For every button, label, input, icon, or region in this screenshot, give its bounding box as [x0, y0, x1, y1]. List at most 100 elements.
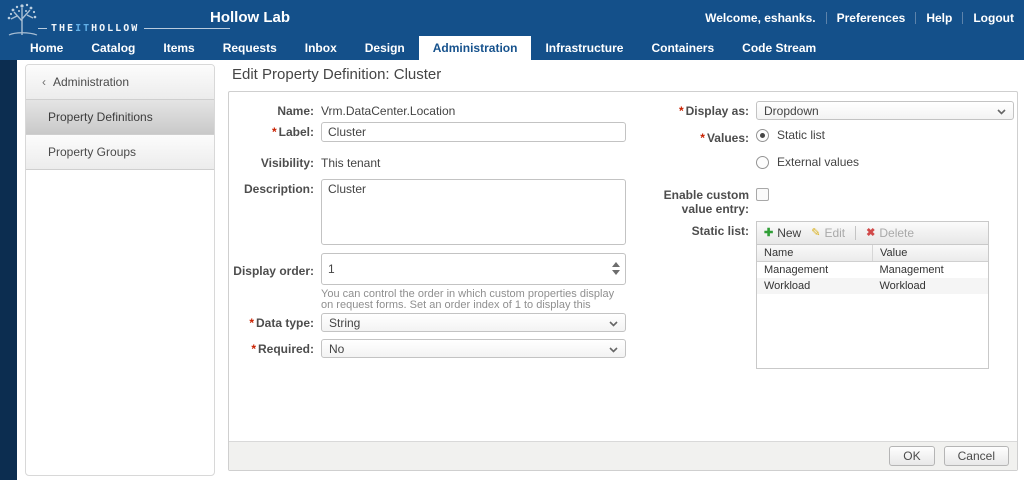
data-type-label: *Data type:	[229, 313, 321, 332]
new-button-label: New	[777, 226, 801, 240]
label-label: *Label:	[229, 122, 321, 142]
spacer	[229, 285, 321, 311]
static-list-delete-button[interactable]: ✖ Delete	[866, 226, 914, 240]
form-left-column: Name: Vrm.DataCenter.Location *Label: Vi…	[229, 92, 641, 358]
required-label: *Required:	[229, 339, 321, 358]
divider	[826, 12, 827, 24]
edit-property-panel: Name: Vrm.DataCenter.Location *Label: Vi…	[228, 91, 1018, 471]
tab-items[interactable]: Items	[149, 36, 208, 60]
logout-link[interactable]: Logout	[973, 11, 1014, 25]
enable-custom-value-entry-label: Enable custom value entry:	[649, 185, 756, 216]
tab-catalog[interactable]: Catalog	[77, 36, 149, 60]
chevron-down-icon	[609, 316, 618, 330]
static-list-new-button[interactable]: ✚ New	[764, 226, 801, 240]
chevron-left-icon: ‹	[42, 75, 46, 89]
label-input[interactable]	[321, 122, 626, 142]
sidebar-back-administration[interactable]: ‹Administration	[26, 65, 214, 100]
brand-text: THEITHOLLOW	[51, 23, 139, 34]
required-asterisk: *	[700, 131, 705, 145]
static-list-edit-button[interactable]: ✎ Edit	[811, 226, 845, 240]
display-order-label: Display order:	[229, 253, 321, 285]
static-list-label: Static list:	[649, 221, 756, 369]
visibility-value: This tenant	[321, 153, 380, 170]
name-label: Name:	[229, 101, 321, 118]
static-list-grid: Name Value Management Management Workloa…	[756, 244, 989, 369]
visibility-label: Visibility:	[229, 153, 321, 170]
app-title: Hollow Lab	[210, 9, 290, 26]
cancel-button[interactable]: Cancel	[944, 446, 1009, 466]
tab-inbox[interactable]: Inbox	[291, 36, 351, 60]
edit-button-label: Edit	[824, 226, 845, 240]
ok-button[interactable]: OK	[889, 446, 934, 466]
radio-selected-icon[interactable]	[756, 129, 769, 142]
values-option-static-list[interactable]: Static list	[756, 128, 1014, 142]
values-option-external-values[interactable]: External values	[756, 155, 1014, 169]
display-as-select[interactable]: Dropdown	[756, 101, 1014, 120]
sidebar: ‹Administration Property Definitions Pro…	[25, 64, 215, 476]
values-option-label: External values	[777, 155, 859, 169]
spinner-arrows	[612, 262, 620, 275]
tab-requests[interactable]: Requests	[209, 36, 291, 60]
pencil-icon: ✎	[811, 228, 820, 239]
tab-code-stream[interactable]: Code Stream	[728, 36, 830, 60]
radio-unselected-icon[interactable]	[756, 156, 769, 169]
display-order-input[interactable]	[321, 253, 626, 285]
spinner-up-icon[interactable]	[612, 262, 620, 267]
delete-button-label: Delete	[879, 226, 914, 240]
welcome-text: Welcome, eshanks.	[705, 11, 816, 25]
help-link[interactable]: Help	[926, 11, 952, 25]
cell-name: Management	[757, 262, 873, 278]
name-value: Vrm.DataCenter.Location	[321, 101, 455, 118]
form-footer: OK Cancel	[229, 441, 1017, 470]
static-list-toolbar: ✚ New ✎ Edit ✖ Delete	[756, 221, 989, 244]
main-nav: Home Catalog Items Requests Inbox Design…	[0, 36, 1024, 60]
cell-value: Management	[873, 262, 989, 278]
table-row[interactable]: Workload Workload	[757, 278, 988, 294]
spinner-down-icon[interactable]	[612, 270, 620, 275]
column-header-value[interactable]: Value	[873, 245, 988, 261]
data-type-select[interactable]: String	[321, 313, 626, 332]
enable-custom-value-entry-checkbox[interactable]	[756, 188, 769, 201]
description-textarea[interactable]: Cluster	[321, 179, 626, 245]
required-selected-value: No	[329, 342, 344, 356]
display-as-selected-value: Dropdown	[764, 104, 819, 118]
required-asterisk: *	[249, 316, 254, 330]
tab-administration[interactable]: Administration	[419, 36, 532, 60]
sidebar-item-property-groups[interactable]: Property Groups	[26, 135, 214, 170]
tab-containers[interactable]: Containers	[637, 36, 728, 60]
description-label: Description:	[229, 179, 321, 250]
brand-rule-right	[144, 28, 230, 29]
required-asterisk: *	[272, 125, 277, 139]
cell-name: Workload	[757, 278, 873, 294]
required-select[interactable]: No	[321, 339, 626, 358]
left-accent-strip	[0, 60, 17, 480]
user-area: Welcome, eshanks. Preferences Help Logou…	[705, 11, 1014, 25]
sidebar-item-property-definitions[interactable]: Property Definitions	[26, 100, 214, 135]
screen: THEITHOLLOW Hollow Lab Welcome, eshanks.…	[0, 0, 1024, 480]
chevron-down-icon	[609, 342, 618, 356]
table-row[interactable]: Management Management	[757, 262, 988, 278]
chevron-down-icon	[997, 104, 1006, 118]
delete-x-icon: ✖	[866, 228, 875, 239]
values-label: *Values:	[649, 128, 756, 169]
tab-design[interactable]: Design	[351, 36, 419, 60]
values-option-label: Static list	[777, 128, 825, 142]
display-as-label: *Display as:	[649, 101, 756, 120]
form-right-column: *Display as: Dropdown *Values: Static li…	[649, 92, 1015, 369]
tab-infrastructure[interactable]: Infrastructure	[531, 36, 637, 60]
data-type-selected-value: String	[329, 316, 360, 330]
divider	[962, 12, 963, 24]
brand: THEITHOLLOW	[38, 23, 230, 34]
toolbar-divider	[855, 226, 856, 240]
brand-rule-left	[38, 28, 47, 29]
plus-icon: ✚	[764, 228, 773, 239]
sidebar-item-label: Property Definitions	[48, 110, 153, 124]
required-asterisk: *	[251, 342, 256, 356]
preferences-link[interactable]: Preferences	[837, 11, 906, 25]
grid-header: Name Value	[757, 245, 988, 262]
tab-home[interactable]: Home	[16, 36, 77, 60]
top-header: THEITHOLLOW Hollow Lab Welcome, eshanks.…	[0, 0, 1024, 36]
column-header-name[interactable]: Name	[757, 245, 873, 261]
sidebar-item-label: Property Groups	[48, 145, 136, 159]
cell-value: Workload	[873, 278, 989, 294]
